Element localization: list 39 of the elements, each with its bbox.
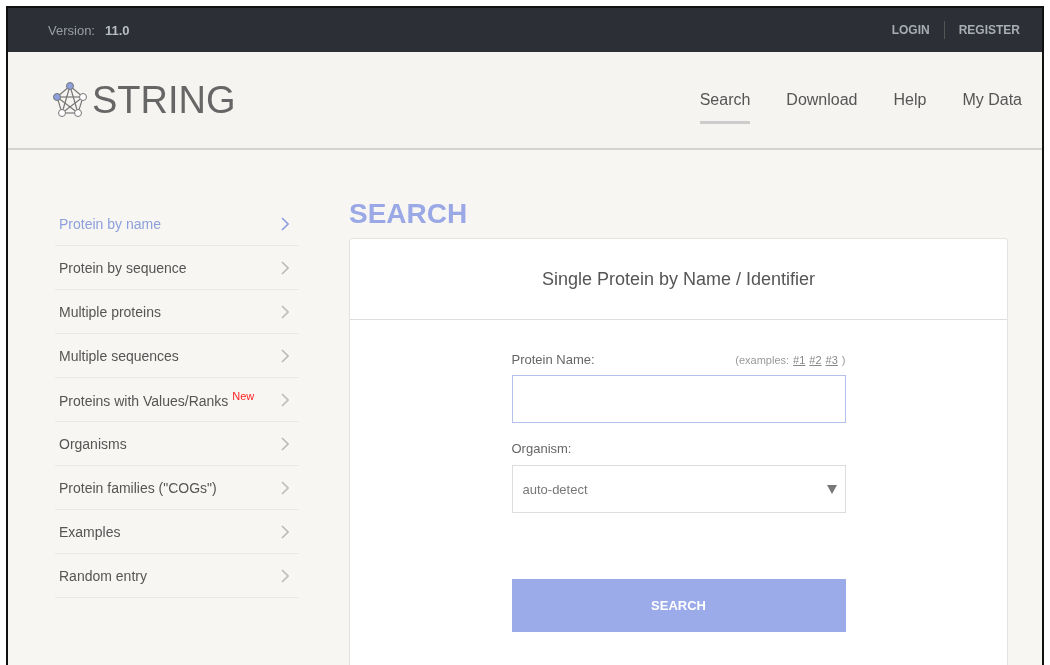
sidebar-item[interactable]: Multiple sequences <box>55 334 299 378</box>
chevron-right-icon <box>281 436 289 451</box>
sidebar-item[interactable]: Proteins with Values/Ranks $^{New}$ <box>55 378 299 422</box>
example-link[interactable]: #1 <box>793 354 806 366</box>
logo-text: STRING <box>92 78 236 122</box>
caret-icon <box>826 484 837 494</box>
protein-name-field[interactable] <box>511 375 846 423</box>
page-heading: SEARCH <box>349 198 469 230</box>
sidebar-item[interactable]: Random entry <box>55 554 299 598</box>
network-icon <box>52 82 88 118</box>
nav-link[interactable]: Help <box>893 80 927 124</box>
sidebar-item[interactable]: Organisms <box>55 422 299 466</box>
auth-link[interactable]: REGISTER <box>958 23 1020 37</box>
sidebar-item[interactable]: Protein families ("COGs") <box>55 466 299 510</box>
chevron-right-icon <box>281 260 289 275</box>
sidebar-item[interactable]: Protein by sequence <box>55 246 299 290</box>
example-link[interactable]: #2 <box>809 354 822 366</box>
card-title: Single Protein by Name / Identifier <box>350 239 1007 320</box>
examples-suffix: ) <box>841 354 846 366</box>
chevron-right-icon <box>281 568 289 583</box>
example-link[interactable]: #3 <box>825 354 838 366</box>
chevron-right-icon <box>281 348 289 363</box>
sidebar-item[interactable]: Examples <box>55 510 299 554</box>
organism-dropdown[interactable]: auto-detect <box>511 465 846 513</box>
field-label: Protein Name: <box>511 352 595 367</box>
version-number: 11.0 <box>105 22 130 38</box>
chevron-right-icon <box>281 480 289 495</box>
chevron-right-icon <box>281 304 289 319</box>
nav-link[interactable]: My Data <box>962 80 1022 124</box>
chevron-right-icon <box>281 216 289 231</box>
nav-link[interactable]: Search <box>699 80 751 124</box>
field-label: Organism: <box>511 441 573 456</box>
auth-link[interactable]: LOGIN <box>891 23 930 37</box>
nav-link[interactable]: Download <box>786 80 858 124</box>
examples-label: (examples: <box>735 354 790 366</box>
version-label: Version: <box>48 22 95 38</box>
chevron-right-icon <box>281 524 289 539</box>
chevron-right-icon <box>281 392 289 407</box>
sidebar-item[interactable]: Multiple proteins <box>55 290 299 334</box>
